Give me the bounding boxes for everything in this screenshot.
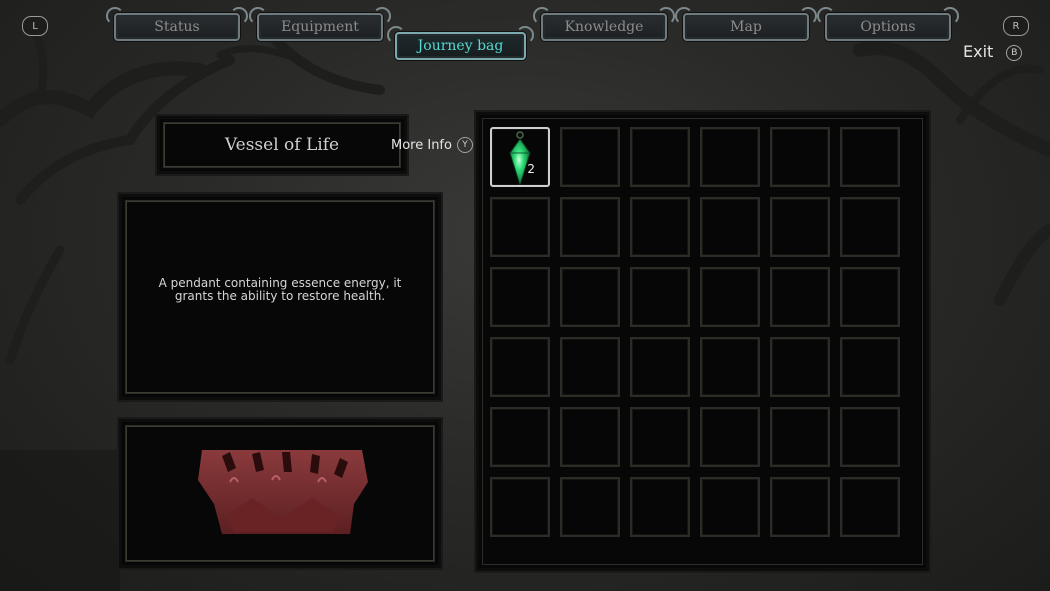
inventory-slot[interactable]: [770, 127, 830, 187]
inventory-slot[interactable]: [630, 127, 690, 187]
gauntlet-preview-image: [198, 450, 368, 534]
inventory-slot[interactable]: [770, 267, 830, 327]
inventory-slot[interactable]: [840, 267, 900, 327]
inventory-slot[interactable]: [630, 197, 690, 257]
inventory-slot[interactable]: [560, 407, 620, 467]
more-info-button[interactable]: More Info Y: [391, 137, 473, 153]
b-button-icon: B: [1006, 44, 1023, 61]
green-pendant-icon: [509, 131, 531, 185]
inventory-slot[interactable]: [840, 197, 900, 257]
exit-label: Exit: [963, 42, 994, 61]
inventory-slot[interactable]: [840, 337, 900, 397]
item-preview-panel: [119, 419, 441, 568]
inventory-slot[interactable]: [700, 127, 760, 187]
inventory-slot[interactable]: [840, 127, 900, 187]
inventory-slot[interactable]: [630, 407, 690, 467]
description-panel: A pendant containing essence energy, it …: [119, 194, 441, 400]
more-info-label: More Info: [391, 137, 452, 153]
inventory-slot[interactable]: [490, 477, 550, 537]
tab-equipment[interactable]: Equipment: [249, 7, 391, 41]
inventory-slot[interactable]: [490, 337, 550, 397]
inventory-slot[interactable]: 2: [490, 127, 550, 187]
inventory-slot[interactable]: [560, 477, 620, 537]
inventory-slot[interactable]: [490, 407, 550, 467]
right-shoulder-button[interactable]: R: [1003, 16, 1029, 36]
inventory-slot[interactable]: [770, 477, 830, 537]
item-count: 2: [527, 162, 535, 176]
inventory-slot[interactable]: [630, 477, 690, 537]
inventory-slot[interactable]: [560, 127, 620, 187]
item-title-panel: Vessel of Life: [157, 116, 407, 174]
inventory-slot[interactable]: [560, 267, 620, 327]
inventory-slot[interactable]: [700, 407, 760, 467]
inventory-grid: 2: [490, 127, 900, 537]
inventory-slot[interactable]: [490, 197, 550, 257]
inventory-slot[interactable]: [770, 337, 830, 397]
inventory-slot[interactable]: [770, 197, 830, 257]
inventory-slot[interactable]: [700, 477, 760, 537]
item-description: A pendant containing essence energy, it …: [158, 276, 402, 303]
inventory-slot[interactable]: [560, 197, 620, 257]
inventory-slot[interactable]: [840, 477, 900, 537]
tab-options[interactable]: Options: [817, 7, 959, 41]
item-name: Vessel of Life: [224, 135, 340, 155]
tab-journey-bag[interactable]: Journey bag: [387, 26, 534, 60]
left-shoulder-button[interactable]: L: [22, 16, 48, 36]
tab-map[interactable]: Map: [675, 7, 817, 41]
inventory-slot[interactable]: [490, 267, 550, 327]
inventory-slot[interactable]: [700, 267, 760, 327]
inventory-slot[interactable]: [630, 267, 690, 327]
tab-status[interactable]: Status: [106, 7, 248, 41]
tab-knowledge[interactable]: Knowledge: [533, 7, 675, 41]
inventory-slot[interactable]: [630, 337, 690, 397]
inventory-slot[interactable]: [770, 407, 830, 467]
exit-button[interactable]: Exit B: [963, 42, 1023, 61]
y-button-icon: Y: [456, 137, 473, 153]
inventory-slot[interactable]: [700, 197, 760, 257]
inventory-slot[interactable]: [700, 337, 760, 397]
inventory-slot[interactable]: [560, 337, 620, 397]
inventory-slot[interactable]: [840, 407, 900, 467]
